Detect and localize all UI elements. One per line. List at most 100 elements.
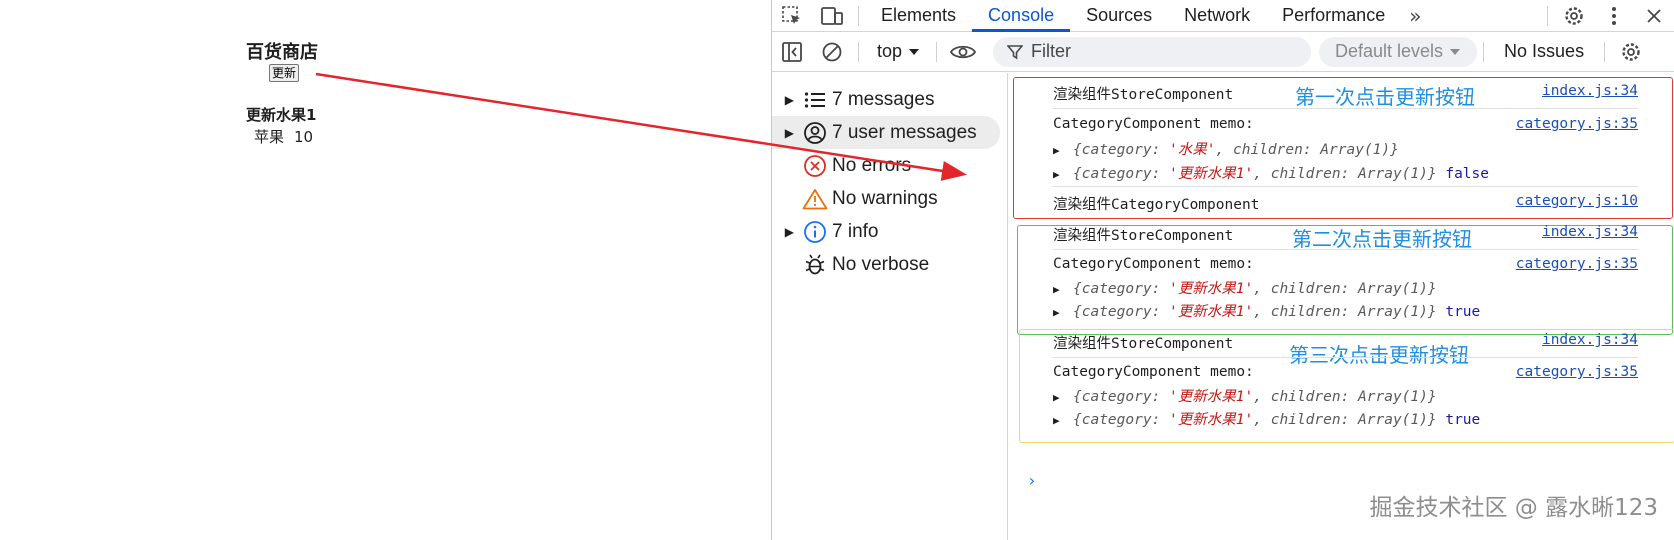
clear-console-icon[interactable] xyxy=(812,36,852,68)
filter-icon xyxy=(1007,44,1024,59)
devtools-panel: Elements Console Sources Network Perform… xyxy=(771,0,1674,540)
settings-icon[interactable] xyxy=(1554,0,1594,32)
log-levels-label: Default levels xyxy=(1335,41,1444,61)
source-link[interactable]: category.js:10 xyxy=(1516,193,1638,209)
log-memo: CategoryComponent memo: category.js:35 xyxy=(1053,116,1638,132)
device-toolbar-icon[interactable] xyxy=(812,0,852,32)
expand-arrow-icon[interactable]: ▶ xyxy=(1053,168,1073,181)
divider xyxy=(1547,6,1548,26)
filter-input[interactable] xyxy=(1031,41,1282,62)
log-memo: CategoryComponent memo: category.js:35 xyxy=(1053,364,1638,380)
sidebar-item-label: No warnings xyxy=(832,187,938,209)
sidebar-item-warnings[interactable]: No warnings xyxy=(772,182,1007,215)
memo-result: true xyxy=(1445,412,1481,428)
object-prev-props[interactable]: ▶ {category: '更新水果1', children: Array(1)} xyxy=(1053,385,1437,406)
source-link[interactable]: index.js:34 xyxy=(1542,332,1638,348)
expand-arrow-icon[interactable]: ▶ xyxy=(1053,414,1073,427)
tab-console[interactable]: Console xyxy=(972,0,1071,32)
console-settings-icon[interactable] xyxy=(1611,36,1651,68)
source-link[interactable]: index.js:34 xyxy=(1542,83,1638,99)
update-button[interactable]: 更新 xyxy=(269,64,300,82)
log-render-store: 渲染组件StoreComponent index.js:34 xyxy=(1053,83,1638,103)
object-next-props[interactable]: ▶ {category: '更新水果1', children: Array(1)}… xyxy=(1053,408,1480,429)
close-icon[interactable] xyxy=(1634,0,1674,32)
source-link[interactable]: category.js:35 xyxy=(1516,116,1638,132)
divider xyxy=(1053,108,1638,109)
item-count: 10 xyxy=(294,128,314,146)
info-icon xyxy=(798,220,832,244)
log-memo: CategoryComponent memo: category.js:35 xyxy=(1053,256,1638,272)
console-body: ▶ 7 messages ▶ 7 user messages No errors xyxy=(772,73,1674,540)
watermark: 掘金技术社区 @ 露水晰123 xyxy=(1369,495,1658,521)
sidebar-toggle-icon[interactable] xyxy=(772,36,812,68)
dropdown-arrow-icon xyxy=(909,48,920,55)
sidebar-item-verbose[interactable]: No verbose xyxy=(772,248,1007,281)
sidebar-item-messages[interactable]: ▶ 7 messages xyxy=(772,83,1007,116)
console-sidebar: ▶ 7 messages ▶ 7 user messages No errors xyxy=(772,73,1008,540)
sidebar-item-info[interactable]: ▶ 7 info xyxy=(772,215,1007,248)
divider xyxy=(1604,41,1606,62)
memo-result: false xyxy=(1445,166,1489,182)
store-title: 百货商店 xyxy=(246,42,318,63)
expand-arrow-icon[interactable]: ▶ xyxy=(772,126,798,140)
tab-performance[interactable]: Performance xyxy=(1266,0,1401,32)
more-tabs-icon[interactable]: » xyxy=(1401,4,1429,28)
divider xyxy=(858,41,859,62)
sidebar-item-label: 7 messages xyxy=(832,88,935,110)
divider xyxy=(858,5,859,26)
divider xyxy=(1053,186,1638,187)
sidebar-item-label: No verbose xyxy=(832,253,930,275)
filter-field[interactable] xyxy=(993,36,1312,67)
sidebar-item-label: 7 info xyxy=(832,220,879,242)
warning-icon xyxy=(798,188,832,210)
sidebar-item-label: No errors xyxy=(832,154,912,176)
category-title: 更新水果1 xyxy=(246,106,317,124)
tab-network[interactable]: Network xyxy=(1168,0,1266,32)
bug-icon xyxy=(798,253,832,277)
log-levels-dropdown[interactable]: Default levels xyxy=(1319,36,1478,67)
divider xyxy=(1053,249,1638,250)
list-icon xyxy=(798,91,832,109)
web-page: 百货商店 更新 更新水果1 苹果 10 xyxy=(0,0,770,540)
user-icon xyxy=(798,121,832,145)
log-render-store: 渲染组件StoreComponent index.js:34 xyxy=(1053,332,1638,352)
devtools-tabbar: Elements Console Sources Network Perform… xyxy=(772,0,1674,32)
more-options-icon[interactable] xyxy=(1594,0,1634,32)
tab-sources[interactable]: Sources xyxy=(1070,0,1168,32)
divider xyxy=(1483,41,1485,62)
log-render-category: 渲染组件CategoryComponent category.js:10 xyxy=(1053,193,1638,213)
divider xyxy=(1053,357,1638,358)
source-link[interactable]: category.js:35 xyxy=(1516,256,1638,272)
tab-elements[interactable]: Elements xyxy=(865,0,972,32)
memo-result: true xyxy=(1445,304,1481,320)
sidebar-item-user-messages[interactable]: ▶ 7 user messages xyxy=(772,116,1000,149)
error-icon xyxy=(798,154,832,178)
expand-arrow-icon[interactable]: ▶ xyxy=(1053,391,1073,404)
source-link[interactable]: category.js:35 xyxy=(1516,364,1638,380)
inspect-element-icon[interactable] xyxy=(772,0,812,32)
issues-counter[interactable]: No Issues xyxy=(1490,41,1598,62)
dropdown-arrow-icon xyxy=(1450,48,1461,55)
expand-arrow-icon[interactable]: ▶ xyxy=(1053,306,1073,319)
object-prev-props[interactable]: ▶ {category: '水果', children: Array(1)} xyxy=(1053,138,1399,159)
console-toolbar: top Default levels No Issues xyxy=(772,32,1674,72)
tabbar-actions xyxy=(1541,0,1674,32)
item-name: 苹果 xyxy=(254,128,285,146)
console-messages: 第一次点击更新按钮 渲染组件StoreComponent index.js:34… xyxy=(1009,73,1674,540)
expand-arrow-icon[interactable]: ▶ xyxy=(772,93,798,107)
expand-arrow-icon[interactable]: ▶ xyxy=(1053,283,1073,296)
sidebar-item-errors[interactable]: No errors xyxy=(772,149,1007,182)
object-next-props[interactable]: ▶ {category: '更新水果1', children: Array(1)}… xyxy=(1053,162,1489,183)
sidebar-item-label: 7 user messages xyxy=(832,121,977,143)
live-expression-eye-icon[interactable] xyxy=(943,36,983,68)
expand-arrow-icon[interactable]: ▶ xyxy=(772,225,798,239)
source-link[interactable]: index.js:34 xyxy=(1542,224,1638,240)
console-prompt-icon[interactable]: › xyxy=(1027,471,1037,490)
context-selector[interactable]: top xyxy=(865,41,930,62)
expand-arrow-icon[interactable]: ▶ xyxy=(1053,144,1073,157)
context-label: top xyxy=(877,41,903,61)
object-prev-props[interactable]: ▶ {category: '更新水果1', children: Array(1)} xyxy=(1053,277,1437,298)
divider xyxy=(936,41,938,62)
object-next-props[interactable]: ▶ {category: '更新水果1', children: Array(1)}… xyxy=(1053,300,1480,321)
category-item: 苹果 10 xyxy=(254,126,313,147)
